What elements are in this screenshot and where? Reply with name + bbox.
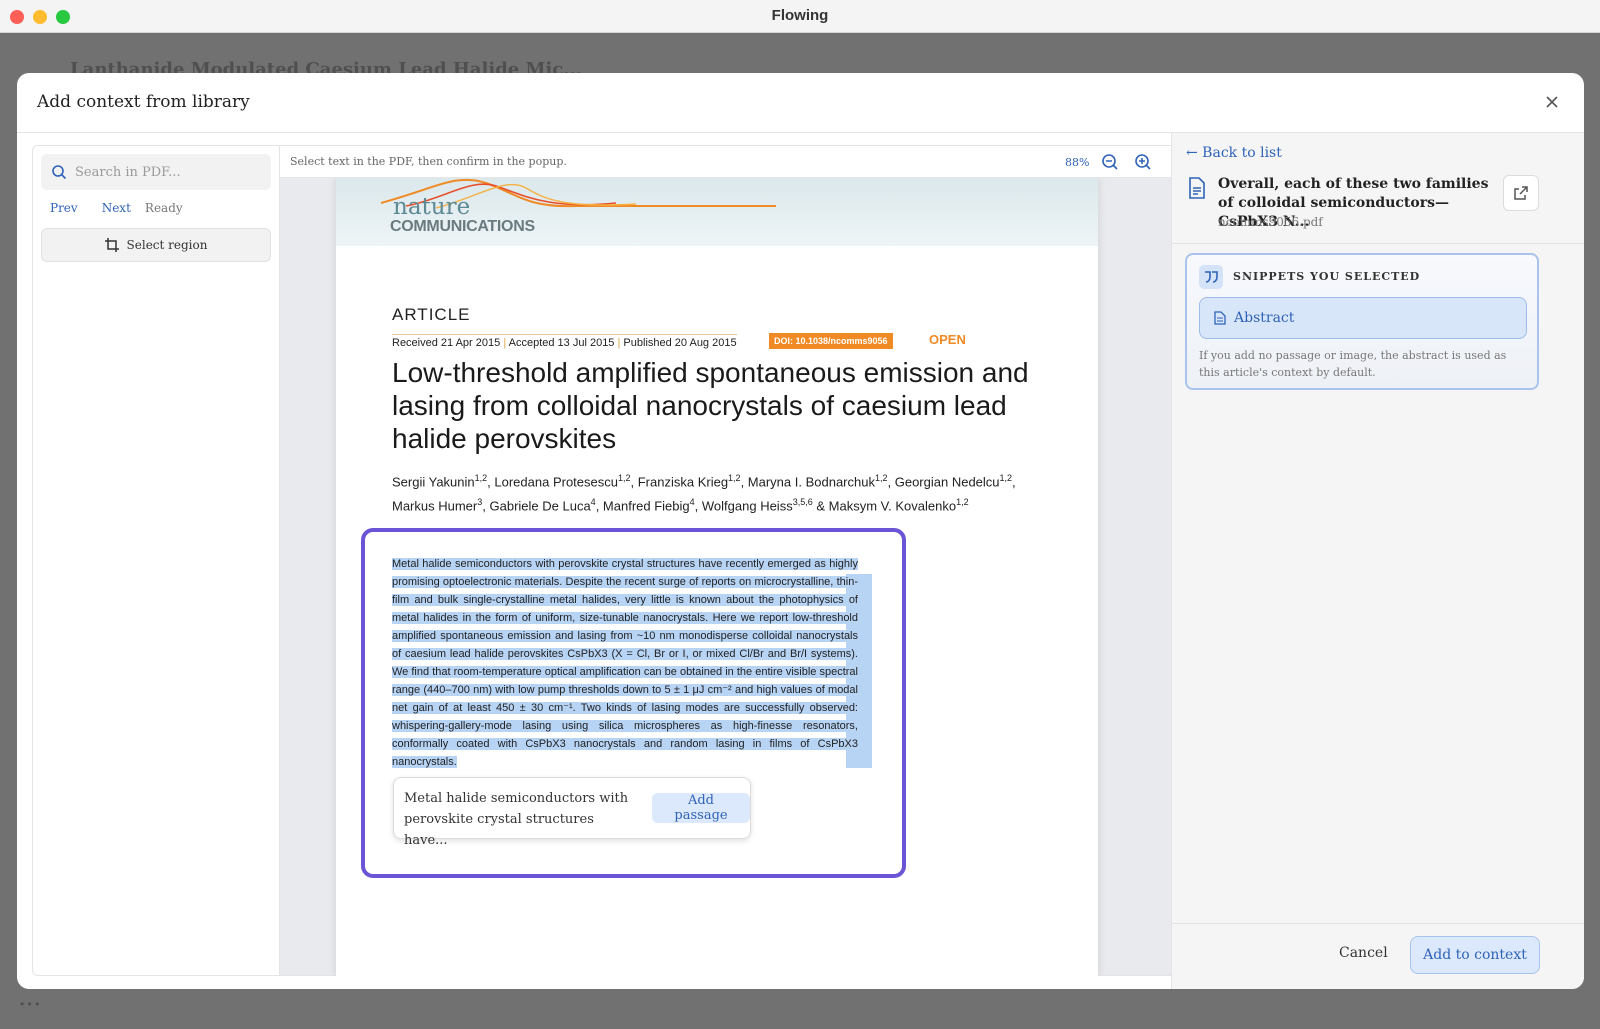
snippet-item-abstract[interactable]: Abstract (1199, 297, 1527, 339)
snippets-note: If you add no passage or image, the abst… (1199, 349, 1507, 379)
select-region-button[interactable]: Select region (41, 228, 271, 262)
author-name: Wolfgang Heiss (701, 498, 793, 514)
document-icon (1214, 311, 1226, 325)
author-list[interactable]: Sergii Yakunin1,2, Loredana Protesescu1,… (392, 468, 1052, 517)
author-affiliation: 1,2 (617, 473, 631, 483)
search-navigation: Prev Next Ready (50, 201, 183, 215)
author-affiliation: 1,2 (474, 473, 488, 483)
pdf-viewer: Select text in the PDF, then confirm in … (279, 145, 1180, 976)
crop-icon (104, 238, 119, 252)
author-affiliation: 1,2 (956, 497, 969, 508)
author-affiliation: 3 (477, 497, 483, 508)
cancel-button[interactable]: Cancel (1339, 945, 1388, 961)
prev-match-button[interactable]: Prev (50, 201, 78, 215)
selection-hint: Select text in the PDF, then confirm in … (290, 155, 567, 168)
author-affiliation: 1,2 (874, 473, 888, 483)
author-name: Loredana Protesescu (494, 474, 618, 490)
search-status: Ready (144, 201, 183, 215)
author-affiliation: 1,2 (728, 473, 741, 483)
next-match-button[interactable]: Next (102, 201, 131, 215)
article-type-label: ARTICLE (392, 305, 471, 324)
author-name: Georgian Nedelcu (894, 474, 1000, 490)
external-link-icon (1514, 186, 1528, 200)
author-name: Gabriele De Luca (489, 498, 591, 514)
quote-icon (1199, 265, 1223, 289)
author-name: Markus Humer (392, 498, 478, 514)
selection-preview: Metal halide semiconductors with perovsk… (404, 791, 629, 848)
search-input[interactable] (75, 164, 255, 180)
author-affiliation: 4 (689, 497, 695, 508)
received-date: Received 21 Apr 2015 (392, 337, 501, 349)
window-titlebar: Flowing (0, 0, 1600, 33)
search-icon (52, 165, 67, 180)
pdf-scroll-area[interactable]: nature COMMUNICATIONS ARTICLE Received 2… (280, 178, 1179, 976)
close-icon (1546, 96, 1558, 108)
journal-logo-nature: nature (393, 194, 471, 220)
author-name: Maryna I. Bodnarchuk (747, 474, 875, 490)
viewer-toolbar: Select text in the PDF, then confirm in … (280, 146, 1179, 178)
published-date: Published 20 Aug 2015 (623, 337, 737, 349)
zoom-level: 88% (1065, 156, 1090, 169)
background-status: • • • (20, 997, 40, 1011)
zoom-out-icon (1102, 154, 1118, 170)
open-external-button[interactable] (1503, 175, 1539, 211)
author-name: Franziska Krieg (637, 474, 729, 490)
snippets-card: SNIPPETS YOU SELECTED Abstract If you ad… (1185, 253, 1539, 390)
snippet-item-label: Abstract (1234, 310, 1295, 326)
journal-logo-communications: COMMUNICATIONS (390, 218, 535, 235)
doi-badge: DOI: 10.1038/ncomms9056 (769, 333, 893, 349)
accepted-date: Accepted 13 Jul 2015 (508, 337, 615, 349)
author-affiliation: 4 (590, 497, 596, 508)
search-box (41, 154, 271, 190)
pdf-page: nature COMMUNICATIONS ARTICLE Received 2… (336, 178, 1098, 976)
journal-banner: nature COMMUNICATIONS (336, 178, 1098, 246)
modal-header: Add context from library (17, 73, 1584, 133)
zoom-out-button[interactable] (1100, 152, 1120, 172)
author-affiliation: 3,5,6 (792, 497, 813, 508)
footer-divider (1172, 923, 1584, 924)
add-passage-button[interactable]: Add passage (652, 793, 750, 823)
context-panel: ← Back to list Overall, each of these tw… (1171, 133, 1584, 989)
pdf-search-panel: Prev Next Ready Select region (32, 145, 279, 976)
window-title: Flowing (771, 7, 829, 24)
document-filename: ncomms9056.pdf (1218, 215, 1323, 229)
back-to-list-link[interactable]: ← Back to list (1186, 145, 1282, 161)
panel-divider (1172, 243, 1584, 244)
document-icon (1189, 177, 1205, 199)
modal-title: Add context from library (37, 92, 250, 112)
zoom-in-icon (1135, 154, 1151, 170)
author-name: Manfred Fiebig (602, 498, 690, 514)
author-name: Sergii Yakunin (392, 474, 475, 490)
author-affiliation: 1,2 (999, 473, 1013, 483)
publication-dates: Received 21 Apr 2015 | Accepted 13 Jul 2… (392, 334, 737, 349)
paper-title[interactable]: Low-threshold amplified spontaneous emis… (392, 356, 1052, 455)
select-region-label: Select region (126, 238, 208, 252)
snippets-label: SNIPPETS YOU SELECTED (1233, 270, 1421, 283)
open-access-label: OPEN (929, 332, 966, 347)
add-to-context-button[interactable]: Add to context (1410, 936, 1540, 974)
selection-popup: Metal halide semiconductors with perovsk… (393, 777, 751, 848)
close-modal-button[interactable] (1540, 90, 1564, 114)
add-context-modal: Add context from library Prev Next Ready… (17, 73, 1584, 989)
zoom-in-button[interactable] (1133, 152, 1153, 172)
author-name: Maksym V. Kovalenko (828, 498, 957, 514)
